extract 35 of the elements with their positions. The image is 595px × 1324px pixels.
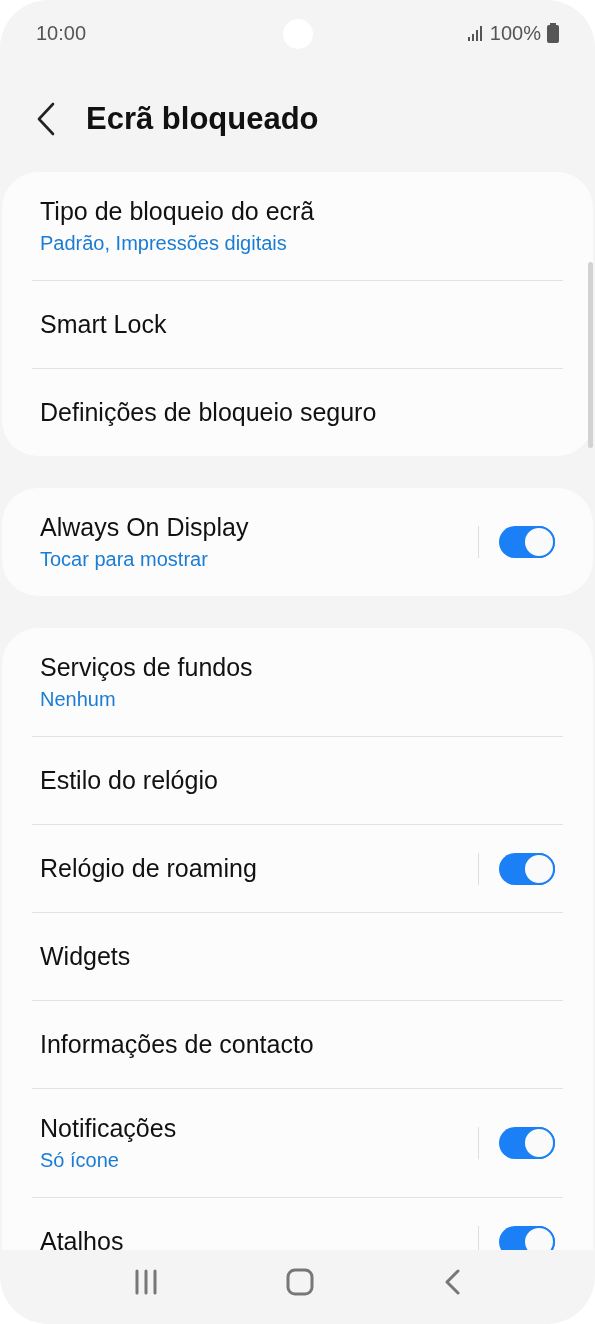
settings-item[interactable]: Smart Lock — [32, 280, 563, 368]
item-title: Notificações — [40, 1114, 177, 1143]
battery-icon — [547, 23, 559, 43]
item-title: Tipo de bloqueio do ecrã — [40, 197, 315, 226]
settings-item[interactable]: Atalhos — [32, 1197, 563, 1250]
item-title: Serviços de fundos — [40, 653, 253, 682]
toggle-switch[interactable] — [499, 1225, 555, 1250]
item-summary: Padrão, Impressões digitais — [40, 232, 288, 255]
page-title: Ecrã bloqueado — [86, 101, 319, 137]
settings-item[interactable]: Definições de bloqueio seguro — [32, 368, 563, 456]
settings-item[interactable]: Tipo de bloqueio do ecrã Padrão, Impressões digitais — [32, 172, 563, 280]
item-title: Informações de contacto — [40, 1030, 314, 1059]
item-summary: Tocar para mostrar — [40, 548, 209, 571]
settings-item[interactable]: Estilo do relógio — [32, 736, 563, 824]
item-title: Widgets — [40, 942, 131, 971]
item-title: Definições de bloqueio seguro — [40, 398, 377, 427]
status-time: 10:00 — [36, 21, 87, 45]
settings-item[interactable]: Serviços de fundos Nenhum — [32, 628, 563, 736]
item-title: Always On Display — [40, 513, 249, 542]
signal-icon — [467, 25, 484, 41]
battery-level: 100% — [489, 21, 541, 45]
item-summary: Nenhum — [40, 688, 117, 711]
settings-item[interactable]: Relógio de roaming — [32, 824, 563, 912]
item-title: Atalhos — [40, 1227, 124, 1250]
toggle-switch[interactable] — [499, 1127, 555, 1159]
settings-item[interactable]: Widgets — [32, 912, 563, 1000]
item-title: Smart Lock — [40, 310, 167, 339]
item-title: Relógio de roaming — [40, 854, 257, 883]
settings-item[interactable]: Always On Display Tocar para mostrar — [32, 488, 563, 596]
toggle-switch[interactable] — [499, 852, 555, 885]
item-title: Estilo do relógio — [40, 766, 218, 795]
settings-item[interactable]: Notificações Só ícone — [32, 1088, 563, 1197]
settings-item[interactable]: Informações de contacto — [32, 1000, 563, 1088]
toggle-switch[interactable] — [499, 526, 555, 558]
item-summary: Só ícone — [40, 1149, 120, 1172]
